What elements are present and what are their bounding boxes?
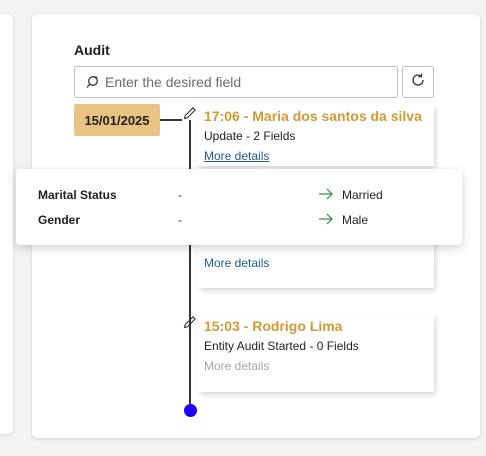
entry-title: 15:03 - Rodrigo Lima: [204, 318, 343, 334]
entry-subtitle: Update - 2 Fields: [204, 129, 296, 143]
arrow-right-icon: [318, 212, 334, 226]
audit-entry: 17:06 - Maria dos santos da silva Update…: [198, 104, 434, 166]
search-input[interactable]: [105, 74, 385, 90]
pencil-icon: [182, 314, 198, 330]
old-value: -: [178, 213, 182, 227]
search-field[interactable]: [74, 66, 398, 98]
entry-title: 17:06 - Maria dos santos da silva: [204, 108, 422, 124]
timeline-line: [189, 120, 191, 410]
new-value: Male: [342, 213, 369, 227]
refresh-button[interactable]: [402, 66, 434, 98]
more-details-link[interactable]: More details: [204, 149, 269, 163]
pencil-icon: [182, 105, 198, 121]
search-icon: [85, 74, 101, 90]
audit-title: Audit: [74, 42, 110, 58]
field-name: Gender: [38, 213, 81, 227]
side-panel: [0, 14, 13, 434]
details-popover: Marital Status - Married Gender - Male: [16, 169, 462, 245]
date-connector: [160, 119, 182, 121]
refresh-icon: [410, 72, 426, 93]
old-value: -: [178, 188, 182, 202]
more-details-link[interactable]: More details: [204, 256, 269, 270]
change-row: Marital Status - Married: [38, 188, 448, 204]
new-value: Married: [342, 188, 383, 202]
date-badge: 15/01/2025: [74, 104, 160, 136]
audit-entry: 15:03 - Rodrigo Lima Entity Audit Starte…: [198, 314, 434, 392]
entry-subtitle: Entity Audit Started - 0 Fields: [204, 339, 359, 353]
more-details-link[interactable]: More details: [204, 359, 269, 373]
arrow-right-icon: [318, 187, 334, 201]
change-row: Gender - Male: [38, 213, 448, 229]
field-name: Marital Status: [38, 188, 117, 202]
timeline-end-dot: [184, 404, 197, 417]
